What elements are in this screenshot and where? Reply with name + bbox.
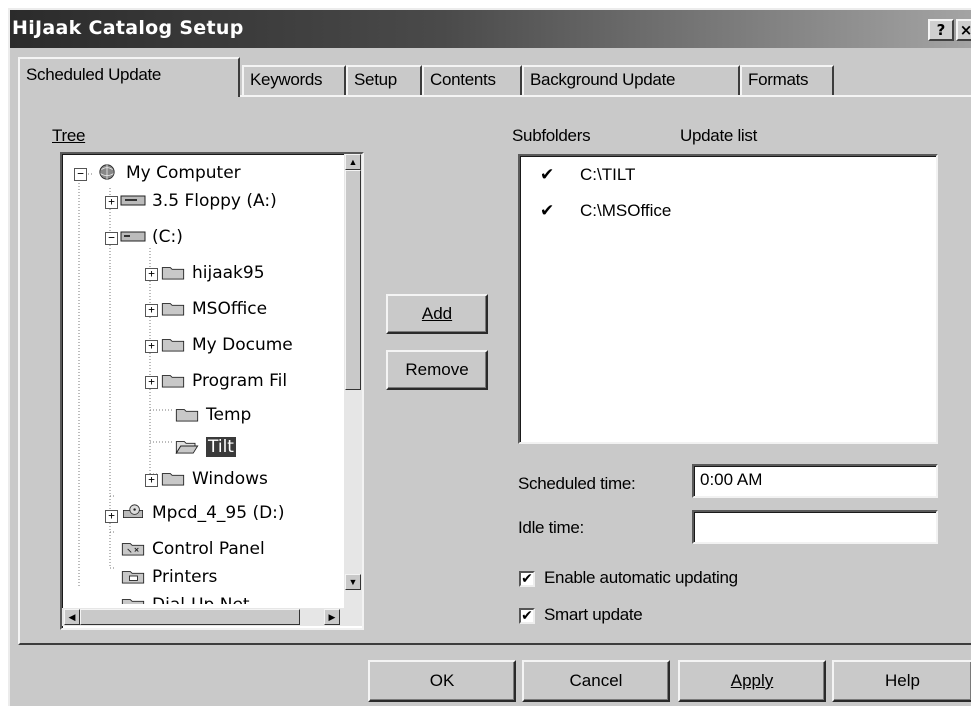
collapse-toggle-c-drive[interactable]: − [105, 232, 118, 245]
tree-label-floppy: 3.5 Floppy (A:) [152, 191, 277, 211]
tab-background-update[interactable]: Background Update [522, 65, 740, 95]
list-item-path: C:\MSOffice [580, 201, 672, 220]
expand-toggle-floppy[interactable]: + [105, 196, 118, 209]
tab-contents[interactable]: Contents [422, 65, 522, 95]
update-list-label: Update list [680, 126, 758, 145]
tree-label-cd-drive: Mpcd_4_95 (D:) [152, 503, 285, 523]
dialog-window: HiJaak Catalog Setup ? × Keywords Setup … [8, 8, 971, 706]
folder-tree[interactable]: − My Computer + 3.5 Floppy (A:) − (C:) +… [60, 152, 364, 630]
tree-item-c-drive[interactable]: (C:) [120, 226, 183, 248]
tree-hscroll-thumb[interactable] [80, 609, 300, 625]
scheduled-time-input[interactable]: 0:00 AM [692, 464, 938, 498]
globe-computer-icon [99, 164, 115, 180]
smart-update-label[interactable]: Smart update [544, 605, 643, 625]
tree-item-cd-drive[interactable]: Mpcd_4_95 (D:) [120, 502, 285, 524]
folder-icon [161, 375, 185, 388]
tree-item-tilt[interactable]: Tilt [174, 436, 236, 458]
update-list[interactable]: ✔ C:\TILT ✔ C:\MSOffice [518, 154, 938, 444]
tree-item-floppy[interactable]: 3.5 Floppy (A:) [120, 190, 277, 212]
tab-scheduled-update[interactable]: Scheduled Update [18, 57, 240, 97]
folder-icon [161, 267, 185, 280]
printer-folder-icon [121, 571, 145, 584]
tree-label-tilt: Tilt [206, 437, 236, 457]
cancel-button[interactable]: Cancel [522, 660, 670, 702]
tab-keywords[interactable]: Keywords [242, 65, 346, 95]
expand-toggle-cd-drive[interactable]: + [105, 510, 118, 523]
tree-label-program-files: Program Fil [192, 371, 288, 391]
close-button[interactable]: × [956, 19, 971, 41]
tree-item-my-documents[interactable]: My Docume [160, 334, 293, 356]
apply-button[interactable]: Apply [678, 660, 826, 702]
cd-drive-icon [123, 504, 143, 518]
tree-item-my-computer[interactable]: My Computer [94, 162, 241, 184]
list-item-path: C:\TILT [580, 165, 636, 184]
tree-scroll-thumb[interactable] [345, 170, 361, 390]
idle-time-label: Idle time: [518, 518, 584, 537]
open-folder-icon [175, 441, 199, 454]
tree-item-temp[interactable]: Temp [174, 404, 251, 426]
apply-button-label: Apply [730, 671, 774, 690]
tree-item-msoffice[interactable]: MSOffice [160, 298, 267, 320]
enable-auto-update-label[interactable]: Enable automatic updating [544, 568, 738, 588]
tree-vertical-scrollbar[interactable]: ▲ ▼ [344, 154, 362, 608]
control-panel-icon [121, 543, 145, 556]
expand-toggle-program-files[interactable]: + [145, 376, 158, 389]
tree-label-msoffice: MSOffice [192, 299, 268, 319]
tree-label-hijaak95: hijaak95 [192, 263, 265, 283]
scroll-right-arrow-icon[interactable]: ▶ [324, 609, 340, 625]
subfolders-label: Subfolders [512, 126, 591, 145]
list-item[interactable]: ✔ C:\MSOffice [540, 200, 671, 222]
floppy-drive-icon [120, 195, 146, 206]
checkmark-icon: ✔ [540, 201, 555, 220]
window-title: HiJaak Catalog Setup [12, 17, 244, 39]
tree-item-printers[interactable]: Printers [120, 566, 217, 588]
remove-button-label: Remove [405, 360, 469, 379]
list-item[interactable]: ✔ C:\TILT [540, 164, 635, 186]
scheduled-time-label: Scheduled time: [518, 474, 636, 493]
help-title-button[interactable]: ? [928, 19, 954, 41]
expand-toggle-my-documents[interactable]: + [145, 340, 158, 353]
tree-label-my-documents: My Docume [192, 335, 293, 355]
tree-label-c-drive: (C:) [152, 227, 183, 247]
tree-label-control-panel: Control Panel [152, 539, 265, 559]
remove-button[interactable]: Remove [386, 350, 488, 390]
expand-toggle-windows[interactable]: + [145, 474, 158, 487]
folder-icon [161, 339, 185, 352]
tab-setup[interactable]: Setup [346, 65, 422, 95]
add-button-label: Add [421, 304, 453, 323]
enable-auto-update-checkbox[interactable]: ✔ [519, 571, 535, 587]
expand-toggle-hijaak95[interactable]: + [145, 268, 158, 281]
tree-item-windows[interactable]: Windows [160, 468, 268, 490]
tree-item-hijaak95[interactable]: hijaak95 [160, 262, 265, 284]
folder-icon [161, 303, 185, 316]
add-button[interactable]: Add [386, 294, 488, 334]
tree-label-windows: Windows [192, 469, 268, 489]
hard-drive-icon [120, 231, 146, 242]
tree-label-text: Tree [52, 126, 86, 145]
tree-label: Tree [52, 126, 85, 146]
scroll-down-arrow-icon[interactable]: ▼ [345, 574, 361, 590]
title-bar[interactable]: HiJaak Catalog Setup ? × [10, 10, 971, 48]
tree-item-program-files[interactable]: Program Fil [160, 370, 287, 392]
collapse-toggle-my-computer[interactable]: − [74, 168, 87, 181]
tree-horizontal-scrollbar[interactable]: ◀ ▶ [62, 608, 362, 626]
ok-button[interactable]: OK [368, 660, 516, 702]
idle-time-input[interactable] [692, 510, 938, 544]
tab-formats[interactable]: Formats [740, 65, 834, 95]
smart-update-checkbox[interactable]: ✔ [519, 608, 535, 624]
folder-icon [175, 409, 199, 422]
expand-toggle-msoffice[interactable]: + [145, 304, 158, 317]
tree-label-printers: Printers [152, 567, 218, 587]
tree-label-temp: Temp [206, 405, 252, 425]
checkmark-icon: ✔ [540, 165, 555, 184]
folder-icon [161, 473, 185, 486]
scroll-left-arrow-icon[interactable]: ◀ [64, 609, 80, 625]
tree-item-control-panel[interactable]: Control Panel [120, 538, 265, 560]
scroll-up-arrow-icon[interactable]: ▲ [345, 154, 361, 170]
help-button[interactable]: Help [832, 660, 971, 702]
tree-label-my-computer: My Computer [126, 163, 241, 183]
